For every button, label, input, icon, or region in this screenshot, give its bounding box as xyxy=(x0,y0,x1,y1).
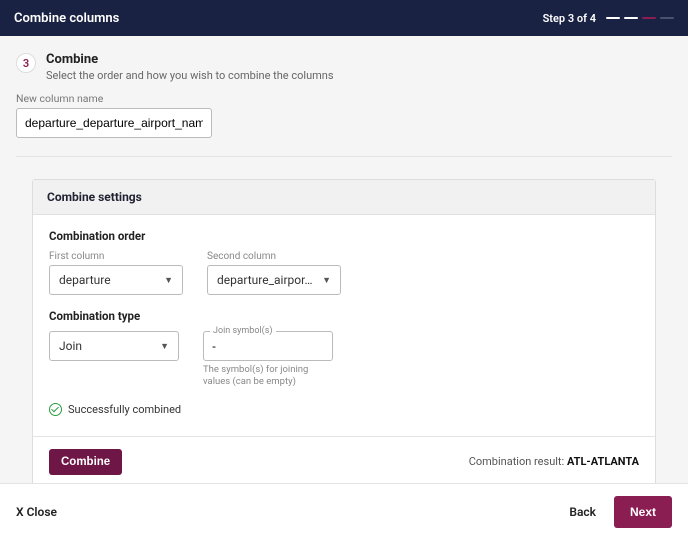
success-text: Successfully combined xyxy=(68,403,181,416)
panel-title: Combine settings xyxy=(33,180,655,215)
step-dash-2 xyxy=(624,17,638,20)
wizard-step-header: 3 Combine Select the order and how you w… xyxy=(16,52,672,82)
success-message: Successfully combined xyxy=(49,403,639,416)
step-subtitle: Select the order and how you wish to com… xyxy=(46,69,334,82)
combination-type-select[interactable]: Join ▼ xyxy=(49,331,179,361)
back-button[interactable]: Back xyxy=(569,505,596,519)
chevron-down-icon: ▼ xyxy=(164,275,173,286)
join-symbol-helper: The symbol(s) for joining values (can be… xyxy=(203,364,333,389)
combination-type-label: Combination type xyxy=(49,309,639,323)
combine-settings-panel: Combine settings Combination order First… xyxy=(32,179,656,488)
check-circle-icon xyxy=(49,403,62,416)
modal-header: Combine columns Step 3 of 4 xyxy=(0,0,688,36)
chevron-down-icon: ▼ xyxy=(160,341,169,352)
step-progress-bar xyxy=(606,17,674,20)
combination-type-value: Join xyxy=(59,339,82,353)
modal-title: Combine columns xyxy=(14,11,119,26)
first-column-value: departure xyxy=(59,273,111,287)
step-indicator: Step 3 of 4 xyxy=(543,12,674,25)
second-column-value: departure_airpor… xyxy=(217,273,313,287)
result-value: ATL-ATLANTA xyxy=(567,455,639,468)
join-symbol-field: Join symbol(s) xyxy=(203,331,333,361)
new-column-label: New column name xyxy=(16,92,672,105)
first-column-label: First column xyxy=(49,251,183,262)
chevron-down-icon: ▼ xyxy=(322,275,331,286)
join-symbol-input[interactable] xyxy=(204,332,332,360)
divider xyxy=(16,156,672,157)
join-symbol-label: Join symbol(s) xyxy=(210,326,276,336)
step-dash-3 xyxy=(642,17,656,20)
step-title: Combine xyxy=(46,52,334,67)
next-button[interactable]: Next xyxy=(614,496,672,528)
step-text: Step 3 of 4 xyxy=(543,12,596,25)
modal-footer: X Close Back Next xyxy=(0,483,688,540)
step-number-badge: 3 xyxy=(16,53,36,73)
combine-button[interactable]: Combine xyxy=(49,449,122,475)
combination-result: Combination result: ATL-ATLANTA xyxy=(469,455,639,468)
close-button[interactable]: X Close xyxy=(16,505,57,519)
step-dash-4 xyxy=(660,17,674,20)
new-column-name-input[interactable] xyxy=(16,108,212,138)
combination-order-label: Combination order xyxy=(49,229,639,243)
second-column-select[interactable]: departure_airpor… ▼ xyxy=(207,265,341,295)
second-column-label: Second column xyxy=(207,251,341,262)
first-column-select[interactable]: departure ▼ xyxy=(49,265,183,295)
step-dash-1 xyxy=(606,17,620,20)
result-label: Combination result: xyxy=(469,455,567,468)
